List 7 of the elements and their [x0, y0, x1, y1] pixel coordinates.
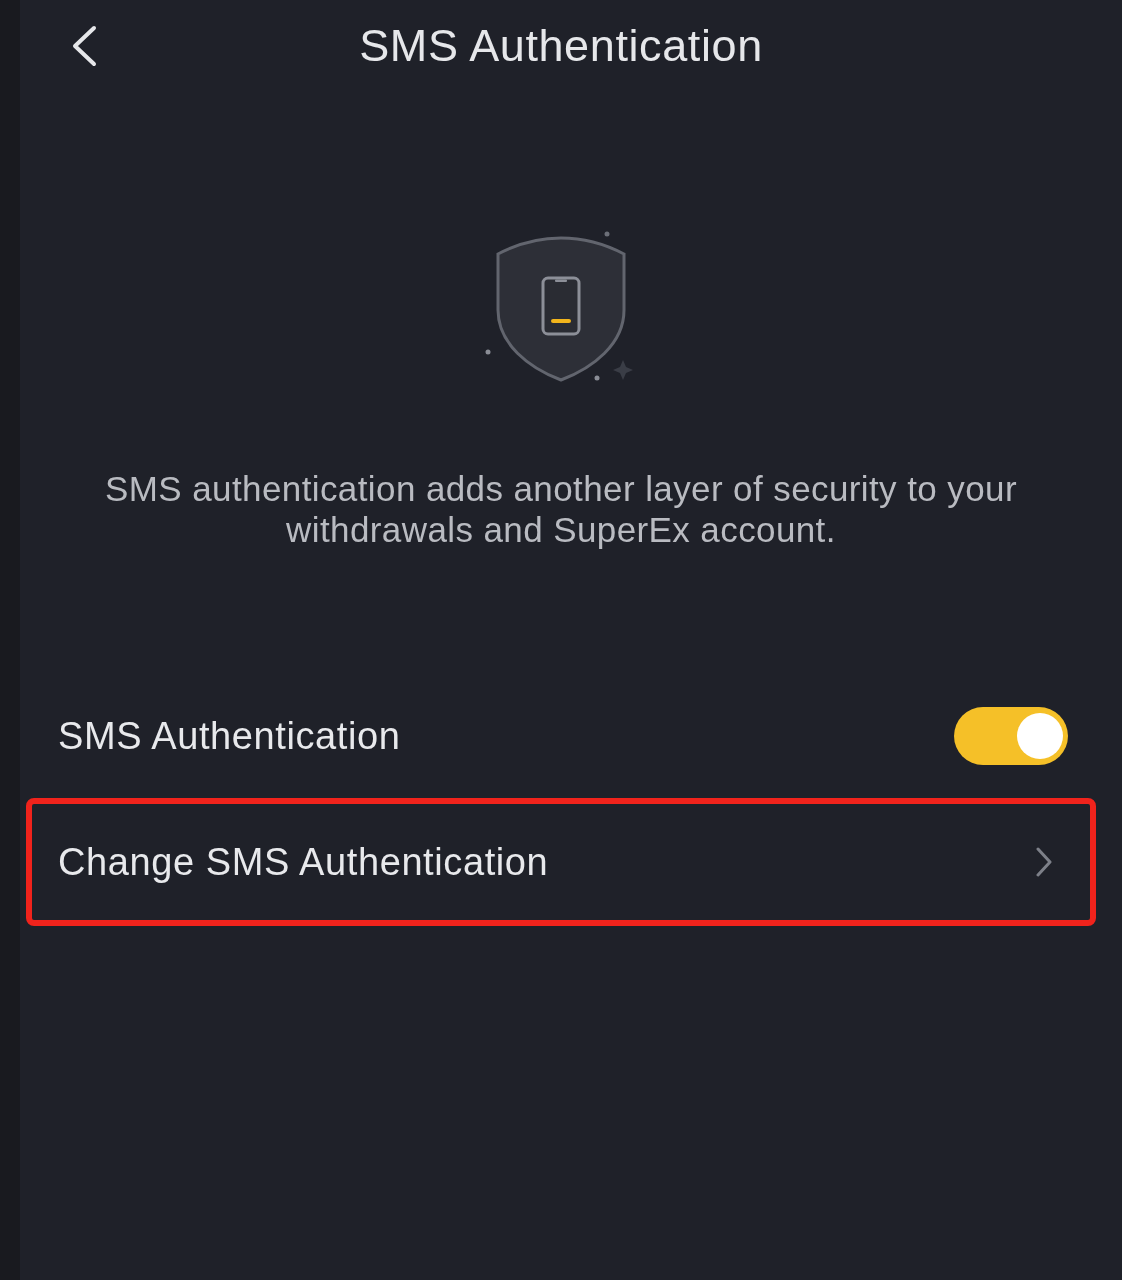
toggle-switch[interactable] [954, 707, 1068, 765]
back-icon [71, 25, 97, 67]
chevron-right-icon [1036, 847, 1052, 877]
description-text: SMS authentication adds another layer of security to your withdrawals and SuperEx account. [104, 468, 1018, 550]
settings-link-row[interactable]: Change SMS Authentication [26, 798, 1096, 926]
setting-label: SMS Authentication [58, 714, 401, 758]
page-title: SMS Authentication [358, 20, 764, 72]
